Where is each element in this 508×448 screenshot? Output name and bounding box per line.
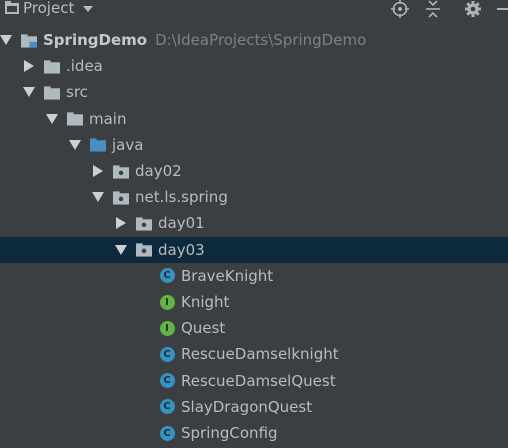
tree-row[interactable]: C BraveKnight [0,263,508,289]
expanded-arrow-icon[interactable] [0,34,12,46]
tree-item-label: .idea [66,57,103,76]
project-icon [4,0,20,16]
expanded-arrow-icon[interactable] [115,244,127,256]
package-icon [113,163,129,179]
project-path: D:\IdeaProjects\SpringDemo [155,31,367,49]
tree-row[interactable]: C SpringConfig [0,420,508,446]
tree-item-label: net.ls.spring [135,188,228,207]
tree-item-label: main [89,109,127,128]
expanded-arrow-icon[interactable] [46,113,58,125]
tree-item-label: day01 [158,214,205,233]
tree-item-label: src [66,83,88,102]
tree-item-label: Knight [181,293,230,311]
tree-row[interactable]: I Knight [0,289,508,315]
expanded-arrow-icon[interactable] [69,139,81,151]
tree-row[interactable]: day03 [0,236,508,263]
project-tool-window-header: Project [0,0,508,20]
module-folder-icon [21,32,37,48]
gear-icon[interactable] [463,0,483,18]
interface-letter: I [159,294,175,310]
tree-row[interactable]: C RescueDamselknight [0,341,508,367]
interface-letter: I [159,320,175,336]
package-icon [136,215,152,231]
caret-down-icon [82,0,94,17]
tree-item-label: Quest [181,319,226,338]
class-icon: C [159,346,175,362]
class-icon: C [159,268,175,284]
interface-icon: I [159,320,175,336]
collapsed-arrow-icon[interactable] [115,217,127,230]
collapsed-arrow-icon[interactable] [92,165,104,177]
package-icon [113,189,129,205]
source-folder-icon [90,137,106,153]
collapse-icon[interactable] [423,0,443,18]
tree-row[interactable]: day01 [0,210,508,236]
class-letter: C [159,268,175,284]
tree-row[interactable]: C RescueDamselQuest [0,368,508,394]
folder-icon [44,58,60,74]
tree-item-label: day02 [135,162,182,180]
tree-item-label: java [112,135,144,154]
class-letter: C [159,399,175,415]
project-view-selector[interactable]: Project [4,0,94,17]
tree-item-label: SpringDemo [43,31,148,49]
class-letter: C [159,425,175,441]
minimize-icon[interactable] [494,0,508,18]
tree-row[interactable]: .idea [0,53,508,79]
interface-icon: I [159,294,175,310]
package-icon [136,242,152,258]
tree-row[interactable]: C SlayDragonQuest [0,394,508,420]
project-view-title: Project [23,0,75,17]
expanded-arrow-icon[interactable] [92,191,104,203]
tree-row[interactable]: net.ls.spring [0,184,508,210]
target-icon[interactable] [390,0,410,18]
tree-item-label: SlayDragonQuest [181,397,313,416]
tree-item-label: RescueDamselknight [181,345,339,364]
folder-icon [67,111,83,127]
collapsed-arrow-icon[interactable] [23,60,35,73]
class-letter: C [159,346,175,362]
folder-icon [44,84,60,100]
tree-item-label: BraveKnight [181,266,274,285]
class-letter: C [159,373,175,389]
tree-item-label: RescueDamselQuest [181,371,336,390]
tree-item-label: day03 [158,240,205,259]
class-icon: C [159,373,175,389]
tree-row[interactable]: SpringDemo D:\IdeaProjects\SpringDemo [0,27,508,53]
expanded-arrow-icon[interactable] [23,86,35,98]
tree-row[interactable]: src [0,79,508,105]
class-icon: C [159,399,175,415]
tree-row[interactable]: java [0,132,508,158]
class-icon: C [159,425,175,441]
tree-row[interactable]: I Quest [0,315,508,341]
tree-row[interactable]: main [0,106,508,132]
tree-row[interactable]: day02 [0,158,508,184]
tree-item-label: SpringConfig [181,424,278,442]
